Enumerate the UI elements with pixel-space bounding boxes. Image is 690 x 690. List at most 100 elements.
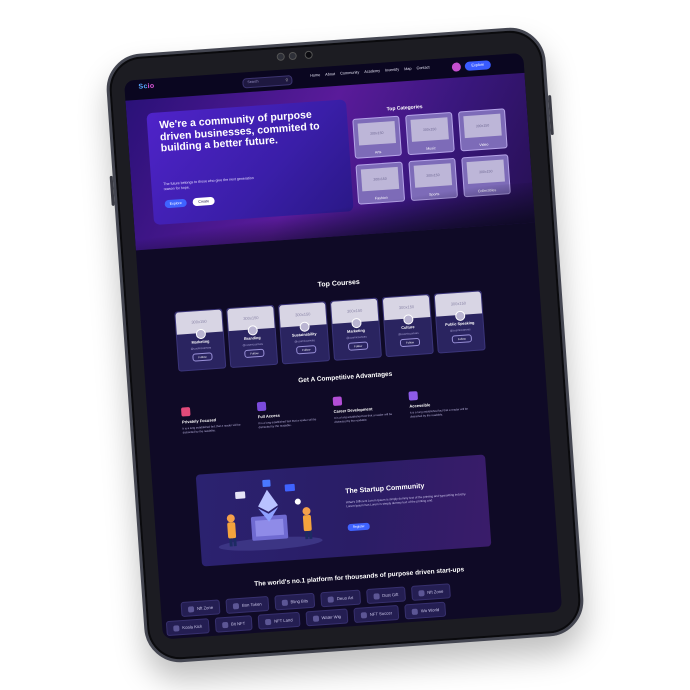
- categories-grid: 300x150 Arts 300x150 Music 300x150 Video 30…: [352, 107, 523, 205]
- category-card-sports[interactable]: 300x150 Sports: [408, 157, 459, 202]
- course-card[interactable]: 300x150 Culture @cosmiccanvas Follow: [381, 293, 434, 358]
- partner-name: NFT Land: [273, 617, 293, 624]
- advantage-item: Privately Focused It is a long establishe…: [180, 403, 250, 448]
- avatar: [195, 328, 207, 340]
- avatar: [299, 321, 310, 333]
- partner-logo-icon: [327, 595, 335, 603]
- menu-item-community[interactable]: Community: [340, 70, 359, 75]
- tablet-screen: Scio Search ⚲ Home About Community Acade…: [124, 52, 563, 640]
- partner-badge[interactable]: Bling Bits: [274, 592, 316, 611]
- course-card[interactable]: 300x150 Marketing @cosmiccanvas Follow: [174, 308, 227, 372]
- partner-logo-icon: [221, 621, 229, 628]
- course-card[interactable]: 300x150 Sustainability @cosmiccanvas Follow: [278, 301, 331, 365]
- course-handle: @cosmiccanvas: [294, 338, 315, 344]
- partner-name: Bit NFT: [230, 620, 246, 627]
- course-card[interactable]: 300x150 Public Speaking @cosmiccanvas Follo…: [433, 290, 486, 354]
- category-label: Arts: [374, 150, 382, 155]
- nav-explore-button[interactable]: Explore: [464, 60, 492, 71]
- follow-button[interactable]: Follow: [295, 345, 317, 355]
- follow-button[interactable]: Follow: [192, 352, 213, 362]
- folder-icon: [256, 401, 267, 412]
- partner-badge[interactable]: Nft Zone: [180, 599, 221, 618]
- hero-subtitle: The future belongs to those who give the…: [163, 175, 254, 191]
- avatar[interactable]: [451, 62, 462, 72]
- follow-button[interactable]: Follow: [451, 334, 473, 344]
- category-label: Sports: [428, 192, 440, 197]
- tablet-device: Scio Search ⚲ Home About Community Acade…: [104, 25, 586, 665]
- partner-name: Nft Zone: [196, 604, 214, 611]
- partner-badge[interactable]: Wo World: [404, 601, 447, 620]
- advantages-row: Privately Focused It is a long establishe…: [180, 387, 477, 448]
- course-card[interactable]: 300x150 Branding @cosmiccanvas Follow: [226, 304, 279, 369]
- menu-item-inventify[interactable]: Inventify: [385, 68, 399, 73]
- follow-button[interactable]: Follow: [399, 337, 421, 348]
- partner-badge[interactable]: Nft Zone: [410, 583, 451, 601]
- logo[interactable]: Scio: [138, 83, 154, 91]
- hero-create-button[interactable]: Create: [192, 196, 215, 207]
- advantage-desc: It is a long established fact that a rea…: [333, 411, 393, 424]
- advantage-item: Accessible It is a long established fact …: [408, 387, 477, 432]
- category-card-fashion[interactable]: 300x150 Fashion: [355, 161, 406, 205]
- search-placeholder: Search: [247, 79, 259, 85]
- category-card-video[interactable]: 300x150 Video: [457, 108, 508, 152]
- advantage-desc: It is a long established fact that a rea…: [409, 406, 469, 419]
- image-placeholder: 300x150: [357, 121, 397, 146]
- category-card-collectibles[interactable]: 300x150 Collectibles: [461, 154, 511, 198]
- categories-title: Top Categories: [386, 104, 423, 113]
- search-icon: ⚲: [285, 77, 289, 83]
- course-card[interactable]: 300x150 Marketing @cosmiccanvas Follow: [329, 297, 382, 361]
- thumbs-up-icon: [408, 391, 419, 401]
- hero-card: We're a community of purpose driven busi…: [146, 99, 354, 226]
- follow-button[interactable]: Follow: [347, 341, 369, 351]
- partner-badge[interactable]: NFT Land: [257, 611, 301, 630]
- partner-badge[interactable]: NFT Soccer: [353, 604, 400, 624]
- partner-badge[interactable]: Bon Token: [225, 595, 270, 614]
- advantage-item: Career Development It is a long establish…: [332, 392, 402, 437]
- avatar: [247, 325, 259, 336]
- search-input[interactable]: Search ⚲: [242, 75, 293, 89]
- partner-badge[interactable]: Deuo Art: [320, 589, 361, 608]
- hero-explore-button[interactable]: Explore: [164, 198, 187, 209]
- menu-item-map[interactable]: Map: [404, 67, 412, 72]
- menu-item-about[interactable]: About: [325, 72, 335, 77]
- advantage-item: Full Access It is a long established fact…: [256, 398, 326, 443]
- partner-badge[interactable]: Bit NFT: [214, 615, 253, 633]
- image-placeholder: 300x150: [413, 163, 453, 188]
- register-button[interactable]: Register: [347, 522, 370, 532]
- category-card-arts[interactable]: 300x150 Arts: [352, 115, 402, 159]
- category-card-music[interactable]: 300x150 Music: [405, 111, 455, 156]
- partner-logo-icon: [264, 618, 272, 625]
- avatar: [454, 310, 466, 322]
- partner-name: Bling Bits: [290, 598, 309, 605]
- follow-button[interactable]: Follow: [244, 348, 265, 359]
- hero-section: We're a community of purpose driven busi…: [125, 72, 535, 251]
- partner-badge[interactable]: Dust Gift: [365, 586, 406, 605]
- partner-logo-icon: [360, 611, 368, 619]
- category-label: Collectibles: [477, 188, 497, 194]
- partner-name: Koala Kick: [182, 623, 203, 631]
- menu-item-contact[interactable]: Contact: [416, 65, 429, 70]
- partner-logo-icon: [281, 599, 288, 606]
- avatar: [351, 317, 362, 329]
- wrench-icon: [332, 396, 343, 406]
- course-handle: @cosmiccanvas: [346, 334, 367, 340]
- partner-name: Nft Zone: [427, 588, 444, 595]
- startup-desc: What's Different Lorem Ipsum is simply d…: [345, 491, 467, 509]
- partner-badge[interactable]: Koala Kick: [165, 618, 210, 637]
- menu-item-academy[interactable]: Academy: [364, 69, 380, 74]
- category-label: Video: [479, 142, 489, 148]
- category-label: Fashion: [374, 195, 388, 201]
- partner-logo-icon: [232, 602, 240, 609]
- partner-name: NFT Soccer: [369, 610, 393, 617]
- image-placeholder: 300x150: [360, 166, 400, 192]
- partner-name: Deuo Art: [336, 595, 354, 602]
- image-placeholder: 300x150: [466, 159, 505, 185]
- menu-item-home[interactable]: Home: [310, 73, 320, 78]
- shield-icon: [180, 406, 191, 417]
- partner-badge[interactable]: Water Wig: [305, 608, 349, 627]
- hero-title: We're a community of purpose driven busi…: [158, 108, 320, 155]
- partner-logo-icon: [411, 608, 419, 615]
- startup-community-card: The Startup Community What's Different L…: [195, 454, 492, 567]
- partner-name: Wo World: [420, 607, 440, 614]
- courses-row: 300x150 Marketing @cosmiccanvas Follow 300x…: [174, 290, 486, 372]
